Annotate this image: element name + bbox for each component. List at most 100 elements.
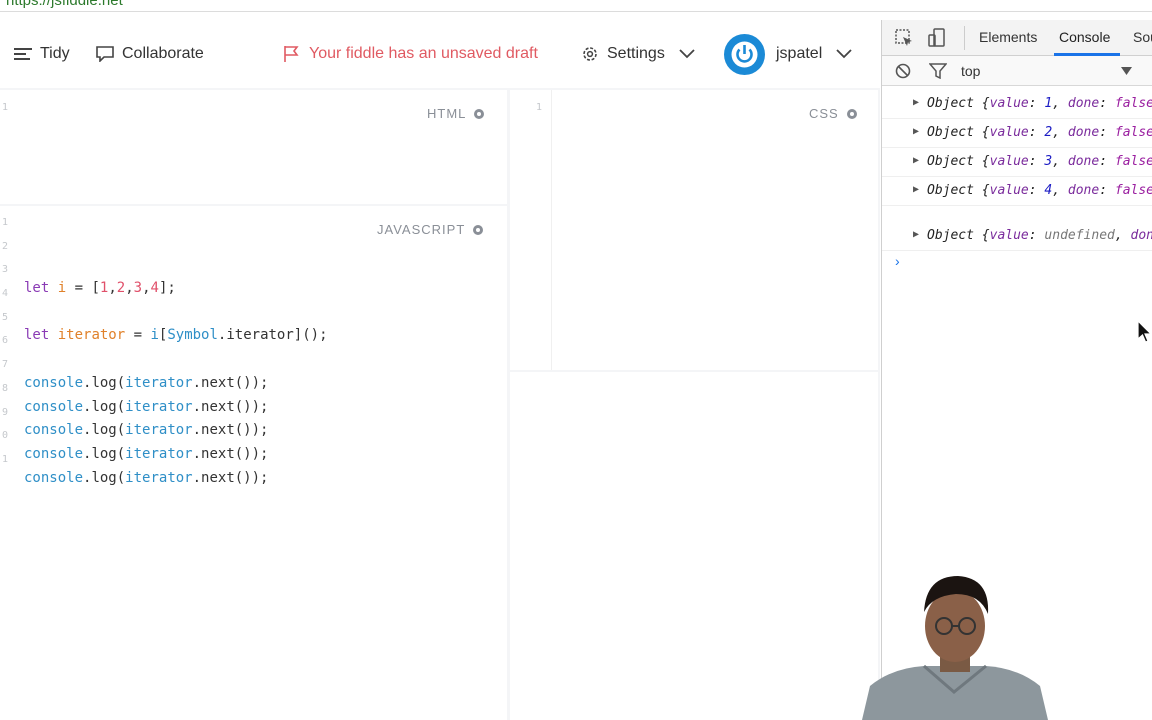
result-panel[interactable] (510, 372, 878, 720)
log-object: Object (927, 183, 982, 198)
expand-triangle-icon[interactable]: ▶ (913, 229, 919, 240)
clear-console-icon[interactable] (895, 63, 911, 79)
expand-triangle-icon[interactable]: ▶ (913, 97, 919, 108)
tab-elements[interactable]: Elements (979, 29, 1037, 45)
log-object: Object (927, 228, 982, 243)
url-text: https://jsfiddle.net (6, 0, 123, 9)
identifier: console (24, 375, 84, 391)
log-key: value (989, 183, 1029, 198)
code-line-11: console.log(iterator.next()); (24, 470, 268, 486)
context-selector[interactable]: top (961, 63, 980, 79)
code-line-5: let iterator = i[Symbol.iterator](); (24, 327, 328, 343)
log-key: done (1130, 228, 1152, 243)
console-log-entry[interactable]: ▶ Object {value: undefined, done: true (882, 223, 1152, 251)
chat-bubble-icon (96, 46, 114, 62)
console-log-entry[interactable]: ▶ Object {value: 4, done: false (882, 178, 1152, 206)
code-punct: ]; (158, 280, 176, 296)
line-number: 6 (2, 335, 9, 346)
log-value: 3 (1044, 154, 1053, 169)
username: jspatel (776, 45, 823, 62)
settings-button[interactable]: Settings (581, 42, 703, 66)
log-key: value (989, 154, 1029, 169)
line-number: 1 (536, 102, 543, 113)
log-value: false (1114, 183, 1152, 198)
gear-icon[interactable] (845, 107, 859, 121)
identifier: iterator (125, 470, 193, 486)
log-object: Object (927, 96, 982, 111)
js-label-text: JAVASCRIPT (377, 222, 466, 237)
log-key: value (989, 125, 1029, 140)
jsfiddle-app: Tidy Collaborate Your fiddle has an unsa… (0, 20, 880, 720)
keyword: let (24, 280, 50, 296)
collaborate-button[interactable]: Collaborate (96, 42, 204, 66)
log-punct: { (981, 154, 990, 169)
console-log-entry[interactable]: ▶ Object {value: 1, done: false (882, 91, 1152, 119)
log-key: done (1067, 183, 1100, 198)
tab-console[interactable]: Console (1059, 29, 1110, 45)
gear-icon[interactable] (471, 223, 485, 237)
chevron-down-icon (836, 49, 852, 59)
log-object: Object (927, 125, 982, 140)
gear-icon[interactable] (472, 107, 486, 121)
variable: i (57, 280, 67, 296)
caret-down-icon[interactable] (1121, 67, 1132, 75)
code-line-7: console.log(iterator.next()); (24, 375, 268, 391)
log-value: 1 (1044, 96, 1053, 111)
filter-icon[interactable] (929, 63, 947, 79)
expand-triangle-icon[interactable]: ▶ (913, 126, 919, 137)
console-log-entry[interactable]: ▶ Object {value: 2, done: false (882, 120, 1152, 148)
tidy-button[interactable]: Tidy (14, 42, 70, 66)
code-punct: .next()); (192, 470, 269, 486)
draft-text: Your fiddle has an unsaved draft (309, 45, 538, 62)
gutter-divider (551, 90, 552, 370)
code-punct: .log( (83, 470, 126, 486)
code-punct: = [ (66, 280, 100, 296)
log-punct: { (981, 183, 990, 198)
user-menu[interactable]: jspatel (776, 42, 860, 66)
line-number: 4 (2, 288, 9, 299)
log-key: done (1067, 96, 1100, 111)
browser-url-bar[interactable]: https://jsfiddle.net (0, 0, 1152, 12)
expand-triangle-icon[interactable]: ▶ (913, 155, 919, 166)
inspect-element-icon[interactable] (894, 28, 914, 48)
log-key: value (989, 228, 1029, 243)
console-toolbar: top (882, 56, 1152, 86)
devtools-tabbar: Elements Console Sources (882, 20, 1152, 56)
device-toolbar-icon[interactable] (927, 27, 947, 49)
identifier: console (24, 470, 84, 486)
log-object: Object (927, 154, 982, 169)
unsaved-draft-notice[interactable]: Your fiddle has an unsaved draft (283, 42, 538, 66)
toolbar: Tidy Collaborate Your fiddle has an unsa… (0, 20, 880, 88)
flag-icon (284, 46, 299, 62)
expand-triangle-icon[interactable]: ▶ (913, 184, 919, 195)
css-label-text: CSS (809, 106, 839, 121)
user-avatar[interactable] (724, 34, 765, 75)
console-prompt[interactable]: › (895, 253, 900, 269)
code-line-8: console.log(iterator.next()); (24, 399, 268, 415)
code-line-9: console.log(iterator.next()); (24, 422, 268, 438)
javascript-editor-panel[interactable]: JAVASCRIPT 1 2 3 4 5 6 7 8 9 0 1 let i =… (0, 206, 507, 720)
identifier: Symbol (167, 327, 218, 343)
tab-sources[interactable]: Sources (1133, 29, 1152, 45)
line-number: 1 (2, 217, 9, 228)
log-text: Object {value: 1, done: false (927, 96, 1152, 111)
css-editor-panel[interactable]: 1 CSS (510, 90, 878, 370)
settings-label: Settings (607, 45, 665, 62)
js-panel-label: JAVASCRIPT (377, 222, 485, 237)
keyword: let (24, 327, 50, 343)
code-punct: .log( (83, 375, 126, 391)
html-label-text: HTML (427, 106, 467, 121)
identifier: console (24, 446, 84, 462)
console-log-entry[interactable]: ▶ Object {value: 3, done: false (882, 149, 1152, 177)
code-punct: .iterator](); (217, 327, 328, 343)
log-text: Object {value: undefined, done: true (927, 228, 1152, 243)
line-number: 8 (2, 383, 9, 394)
log-text: Object {value: 2, done: false (927, 125, 1152, 140)
identifier: iterator (125, 375, 193, 391)
code-line-3: let i = [1,2,3,4]; (24, 280, 176, 296)
tidy-icon (14, 48, 32, 60)
html-editor-panel[interactable]: 1 HTML (0, 90, 507, 204)
code-punct: .log( (83, 446, 126, 462)
identifier: i (150, 327, 159, 343)
identifier: iterator (125, 422, 193, 438)
